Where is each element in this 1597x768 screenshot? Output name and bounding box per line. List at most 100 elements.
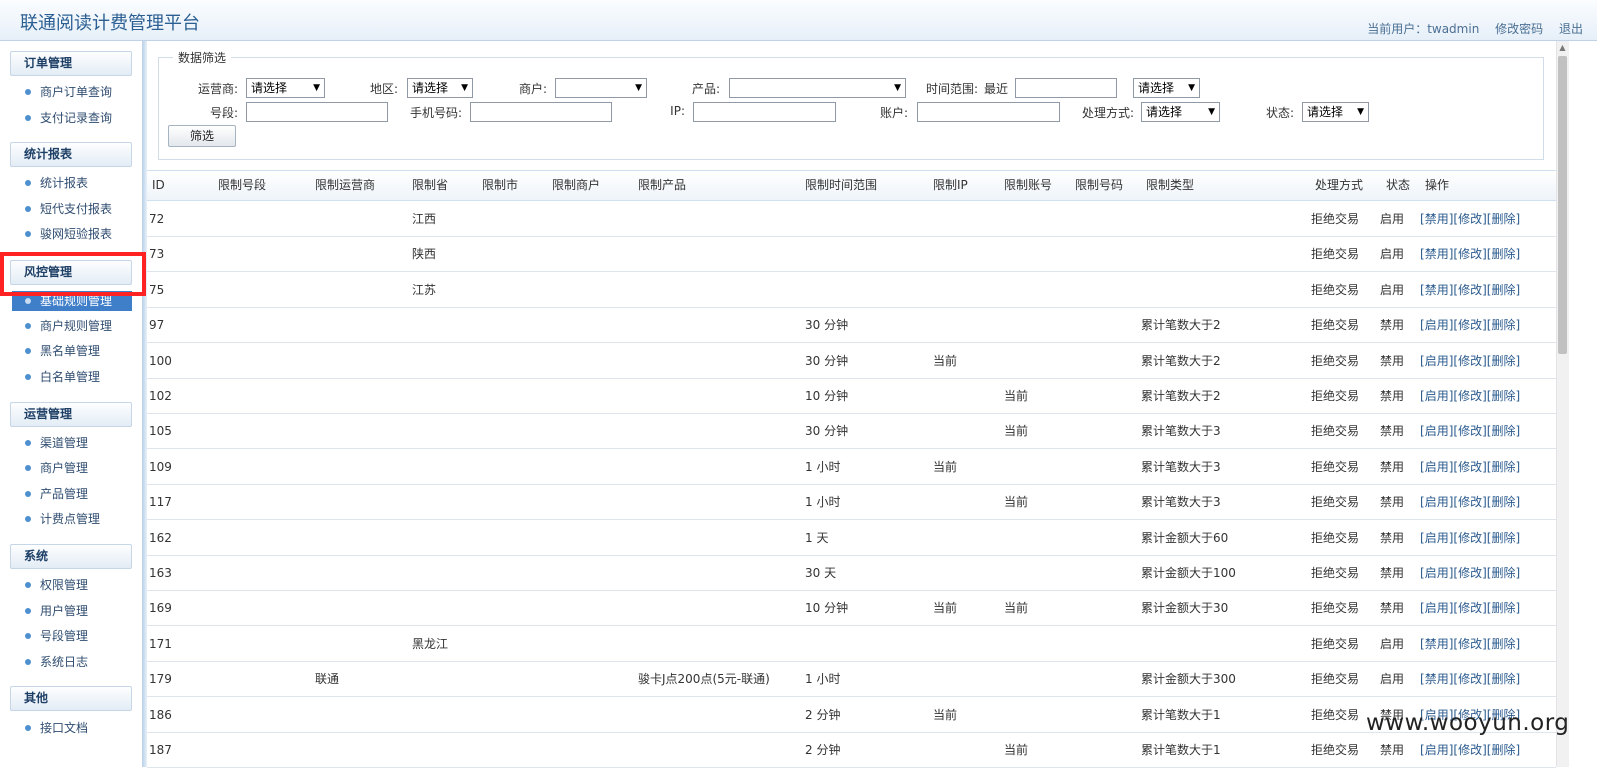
toggle-status-link[interactable]: 禁用 <box>1425 283 1449 297</box>
sidebar-item-junnet-sms-report[interactable]: 骏网短验报表 <box>10 224 140 244</box>
edit-link[interactable]: 修改 <box>1458 212 1482 226</box>
edit-link[interactable]: 修改 <box>1458 531 1482 545</box>
sidebar-item-segment-management[interactable]: 号段管理 <box>10 626 140 646</box>
edit-link[interactable]: 修改 <box>1458 743 1482 757</box>
toggle-status-link[interactable]: 启用 <box>1425 389 1449 403</box>
cell-id: 97 <box>149 318 165 333</box>
handle-method-label: 处理方式: <box>1081 106 1134 120</box>
segment-input[interactable] <box>246 102 388 122</box>
sidebar-item-user-management[interactable]: 用户管理 <box>10 601 140 621</box>
toggle-status-link[interactable]: 禁用 <box>1425 212 1449 226</box>
toggle-status-link[interactable]: 禁用 <box>1425 672 1449 686</box>
sidebar-item-product-management[interactable]: 产品管理 <box>10 484 140 504</box>
toggle-status-link[interactable]: 启用 <box>1425 531 1449 545</box>
delete-link[interactable]: 删除 <box>1491 424 1515 438</box>
delete-link[interactable]: 删除 <box>1491 495 1515 509</box>
region-select[interactable]: 请选择 ▼ <box>407 78 473 98</box>
sidebar-section-operations[interactable]: 运营管理 <box>10 402 132 427</box>
account-input[interactable] <box>917 102 1060 122</box>
edit-link[interactable]: 修改 <box>1458 672 1482 686</box>
operator-select[interactable]: 请选择 ▼ <box>246 78 325 98</box>
phone-input[interactable] <box>470 102 612 122</box>
delete-link[interactable]: 删除 <box>1491 637 1515 651</box>
edit-link[interactable]: 修改 <box>1458 566 1482 580</box>
toggle-status-link[interactable]: 启用 <box>1425 424 1449 438</box>
sidebar-item-payment-record-query[interactable]: 支付记录查询 <box>10 108 140 128</box>
sidebar-section-system[interactable]: 系统 <box>10 544 132 569</box>
toggle-status-link[interactable]: 启用 <box>1425 495 1449 509</box>
cell-product: 骏卡J点200点(5元-联通) <box>638 672 770 687</box>
edit-link[interactable]: 修改 <box>1458 601 1482 615</box>
toggle-status-link[interactable]: 启用 <box>1425 354 1449 368</box>
edit-link[interactable]: 修改 <box>1458 318 1482 332</box>
edit-link[interactable]: 修改 <box>1458 283 1482 297</box>
toggle-status-link[interactable]: 启用 <box>1425 460 1449 474</box>
cell-status: 启用 <box>1380 212 1405 226</box>
status-select[interactable]: 请选择 ▼ <box>1302 102 1369 122</box>
sidebar-section-order[interactable]: 订单管理 <box>10 51 132 76</box>
cell-id: 163 <box>149 566 172 580</box>
delete-link[interactable]: 删除 <box>1491 601 1515 615</box>
cell-handle-method: 拒绝交易 <box>1311 636 1360 651</box>
cell-type: 累计笔数大于3 <box>1141 495 1221 510</box>
sidebar-item-whitelist-management[interactable]: 白名单管理 <box>10 367 140 387</box>
bullet-icon <box>25 231 31 237</box>
toggle-status-link[interactable]: 启用 <box>1425 318 1449 332</box>
sidebar-item-merchant-rule-management[interactable]: 商户规则管理 <box>10 316 140 336</box>
scroll-up-arrow-icon[interactable]: ▲ <box>1557 41 1568 55</box>
merchant-select[interactable]: ▼ <box>555 78 647 98</box>
cell-id: 73 <box>149 247 165 262</box>
sidebar-section-reports[interactable]: 统计报表 <box>10 142 132 167</box>
sidebar-item-merchant-management[interactable]: 商户管理 <box>10 458 140 478</box>
time-unit-select[interactable]: 请选择 ▼ <box>1133 78 1200 98</box>
edit-link[interactable]: 修改 <box>1458 637 1482 651</box>
delete-link[interactable]: 删除 <box>1491 212 1515 226</box>
bullet-icon <box>25 206 31 212</box>
sidebar-item-channel-management[interactable]: 渠道管理 <box>10 433 140 453</box>
delete-link[interactable]: 删除 <box>1491 566 1515 580</box>
delete-link[interactable]: 删除 <box>1491 354 1515 368</box>
sidebar-item-merchant-order-query[interactable]: 商户订单查询 <box>10 82 140 102</box>
edit-link[interactable]: 修改 <box>1458 389 1482 403</box>
toggle-status-link[interactable]: 启用 <box>1425 743 1449 757</box>
edit-link[interactable]: 修改 <box>1458 354 1482 368</box>
watermark: www.wooyun.org <box>1366 710 1570 736</box>
product-select[interactable]: ▼ <box>729 78 906 98</box>
recent-value-input[interactable] <box>1015 78 1117 98</box>
scrollbar-thumb[interactable] <box>1558 56 1567 354</box>
delete-link[interactable]: 删除 <box>1491 743 1515 757</box>
status-label: 状态: <box>1265 106 1294 120</box>
delete-link[interactable]: 删除 <box>1491 672 1515 686</box>
toggle-status-link[interactable]: 启用 <box>1425 601 1449 615</box>
sidebar-item-sms-payment-report[interactable]: 短代支付报表 <box>10 199 140 219</box>
sidebar-item-blacklist-management[interactable]: 黑名单管理 <box>10 341 140 361</box>
handle-method-select[interactable]: 请选择 ▼ <box>1141 102 1220 122</box>
toggle-status-link[interactable]: 禁用 <box>1425 637 1449 651</box>
bullet-icon <box>25 491 31 497</box>
sidebar-item-system-log[interactable]: 系统日志 <box>10 652 140 672</box>
delete-link[interactable]: 删除 <box>1491 283 1515 297</box>
change-password-link[interactable]: 修改密码 <box>1495 22 1543 36</box>
sidebar-item-billing-point-management[interactable]: 计费点管理 <box>10 509 140 529</box>
sidebar-section-other[interactable]: 其他 <box>10 686 132 711</box>
toggle-status-link[interactable]: 禁用 <box>1425 247 1449 261</box>
toggle-status-link[interactable]: 启用 <box>1425 566 1449 580</box>
edit-link[interactable]: 修改 <box>1458 495 1482 509</box>
sidebar-item-api-docs[interactable]: 接口文档 <box>10 718 140 738</box>
edit-link[interactable]: 修改 <box>1458 460 1482 474</box>
logout-link[interactable]: 退出 <box>1559 22 1583 36</box>
cell-time-range: 30 分钟 <box>805 353 849 368</box>
ip-input[interactable] <box>693 102 836 122</box>
delete-link[interactable]: 删除 <box>1491 460 1515 474</box>
delete-link[interactable]: 删除 <box>1491 318 1515 332</box>
filter-button[interactable]: 筛选 <box>168 125 236 147</box>
delete-link[interactable]: 删除 <box>1491 247 1515 261</box>
delete-link[interactable]: 删除 <box>1491 531 1515 545</box>
edit-link[interactable]: 修改 <box>1458 424 1482 438</box>
edit-link[interactable]: 修改 <box>1458 247 1482 261</box>
sidebar-item-permission-management[interactable]: 权限管理 <box>10 575 140 595</box>
sidebar-item-stat-report[interactable]: 统计报表 <box>10 173 140 193</box>
col-segment: 限制号段 <box>218 178 267 192</box>
delete-link[interactable]: 删除 <box>1491 389 1515 403</box>
time-range-label: 时间范围: <box>925 82 978 96</box>
